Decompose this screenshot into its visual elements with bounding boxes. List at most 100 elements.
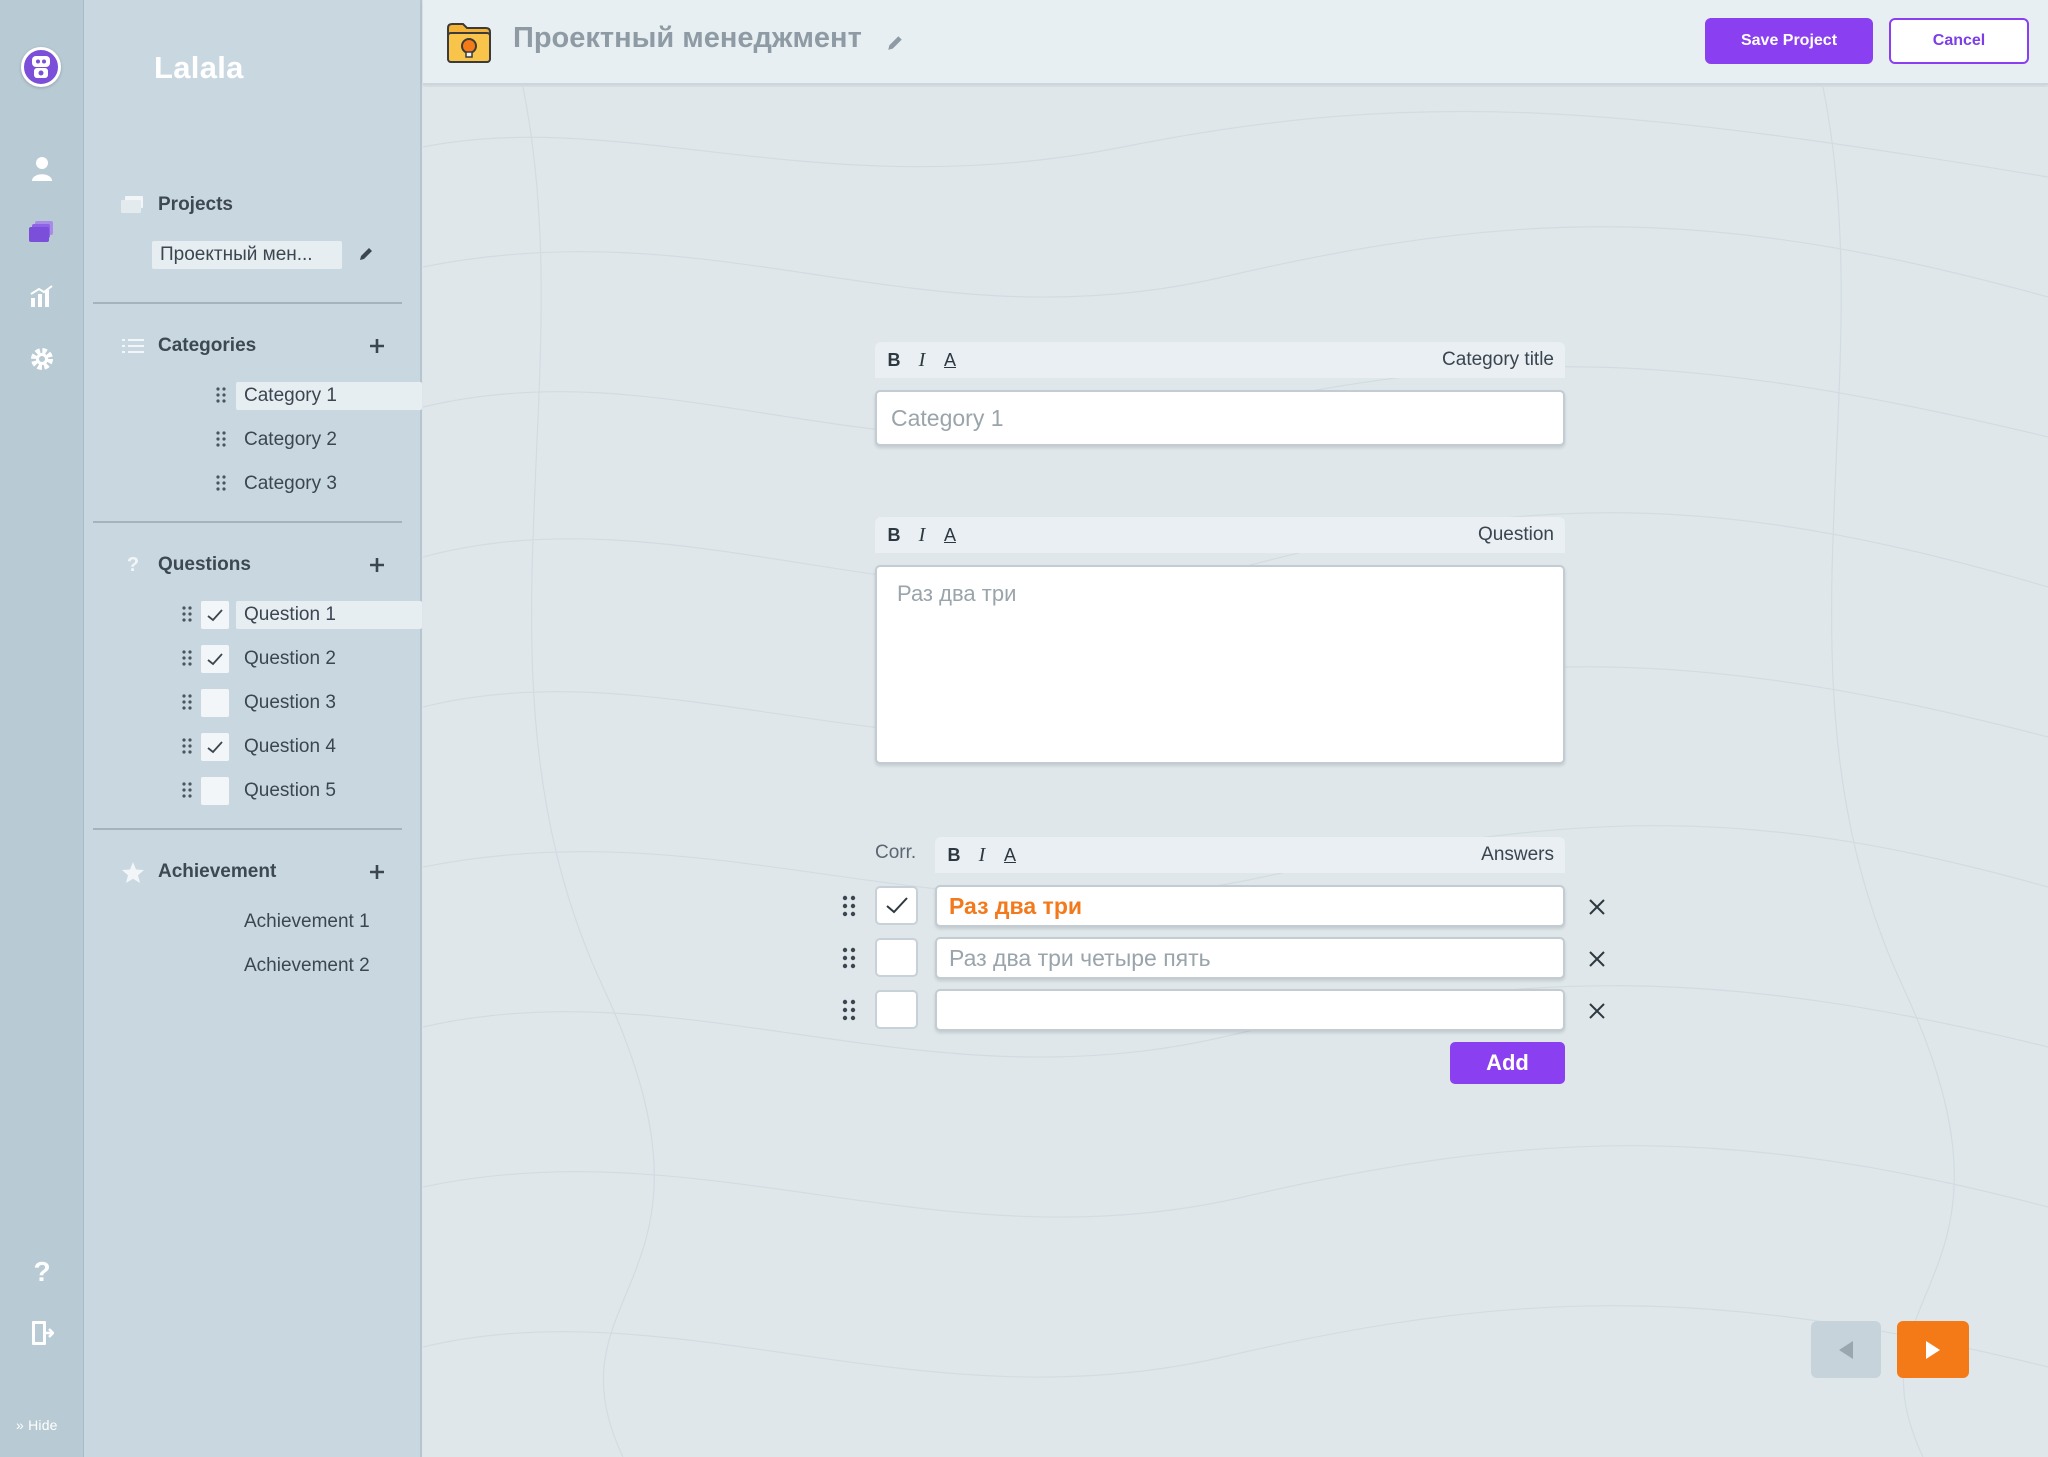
bold-button[interactable]: B bbox=[947, 845, 961, 866]
arrow-left-icon bbox=[1839, 1340, 1853, 1359]
text-color-button[interactable]: A bbox=[1003, 845, 1017, 866]
italic-button[interactable]: I bbox=[975, 844, 989, 867]
bold-button[interactable]: B bbox=[887, 525, 901, 546]
drag-handle-icon[interactable] bbox=[182, 606, 192, 622]
sidebar-item-question-2[interactable]: Question 2 bbox=[182, 642, 451, 676]
drag-handle-icon[interactable] bbox=[182, 650, 192, 666]
question-label[interactable]: Question 5 bbox=[236, 777, 336, 805]
drag-handle-icon[interactable] bbox=[182, 782, 192, 798]
italic-button[interactable]: I bbox=[915, 349, 929, 372]
stats-icon[interactable] bbox=[26, 280, 58, 312]
correct-answer-checkbox[interactable] bbox=[875, 886, 918, 925]
sidebar-item-question-1[interactable]: Question 1 bbox=[182, 598, 456, 632]
correct-column-label: Corr. bbox=[875, 842, 917, 863]
category-label[interactable]: Category 2 bbox=[236, 426, 337, 454]
add-category-icon[interactable] bbox=[364, 333, 390, 359]
remove-answer-icon[interactable] bbox=[1585, 895, 1609, 919]
add-achievement-icon[interactable] bbox=[364, 859, 390, 885]
question-checkbox[interactable] bbox=[201, 645, 229, 673]
checkmark-icon bbox=[885, 897, 908, 914]
question-checkbox[interactable] bbox=[201, 601, 229, 629]
star-icon bbox=[120, 859, 146, 885]
gear-icon[interactable] bbox=[26, 343, 58, 375]
save-project-button[interactable]: Save Project bbox=[1705, 18, 1873, 64]
cancel-button[interactable]: Cancel bbox=[1889, 18, 2029, 64]
icon-rail: ? » Hide bbox=[0, 0, 84, 1457]
sidebar-item-question-5[interactable]: Question 5 bbox=[182, 774, 451, 808]
achievement-label[interactable]: Achievement 1 bbox=[236, 908, 370, 936]
top-bar: Проектный менеджмент Save Project Cancel bbox=[423, 0, 2048, 85]
projects-section-header: Projects bbox=[120, 189, 390, 221]
answer-input[interactable]: Раз два три четыре пять bbox=[935, 937, 1565, 979]
question-icon: ? bbox=[126, 553, 140, 576]
project-label[interactable]: Проектный мен... bbox=[152, 241, 342, 269]
category-format-toolbar: B I A Category title bbox=[875, 342, 1565, 378]
project-folder-icon bbox=[446, 20, 492, 69]
project-title: Проектный менеджмент bbox=[513, 22, 862, 54]
sidebar-item-question-3[interactable]: Question 3 bbox=[182, 686, 451, 720]
logout-icon[interactable] bbox=[26, 1317, 58, 1349]
help-icon[interactable]: ? bbox=[26, 1256, 58, 1288]
correct-answer-checkbox[interactable] bbox=[875, 938, 918, 977]
text-color-button[interactable]: A bbox=[943, 525, 957, 546]
question-format-toolbar: B I A Question bbox=[875, 517, 1565, 553]
question-checkbox[interactable] bbox=[201, 689, 229, 717]
hide-sidebar-button[interactable]: » Hide bbox=[16, 1417, 58, 1433]
drag-handle-icon[interactable] bbox=[216, 431, 226, 447]
avatar-icon[interactable] bbox=[21, 47, 61, 87]
question-label[interactable]: Question 2 bbox=[236, 645, 336, 673]
question-checkbox[interactable] bbox=[201, 733, 229, 761]
projects-title: Projects bbox=[158, 194, 233, 215]
answers-label: Answers bbox=[1481, 844, 1554, 865]
edit-pencil-icon[interactable] bbox=[358, 246, 374, 262]
user-icon[interactable] bbox=[26, 153, 58, 185]
checkmark-icon bbox=[207, 608, 223, 621]
previous-button[interactable] bbox=[1811, 1321, 1881, 1378]
bold-button[interactable]: B bbox=[887, 350, 901, 371]
folder-stack-icon bbox=[120, 192, 146, 218]
answers-format-toolbar: B I A Answers bbox=[935, 837, 1565, 873]
achievement-label[interactable]: Achievement 2 bbox=[236, 952, 370, 980]
italic-button[interactable]: I bbox=[915, 524, 929, 547]
add-question-icon[interactable] bbox=[364, 552, 390, 578]
text-color-button[interactable]: A bbox=[943, 350, 957, 371]
add-answer-button[interactable]: Add bbox=[1450, 1042, 1565, 1084]
background-waves bbox=[423, 87, 2048, 1457]
category-label[interactable]: Category 1 bbox=[236, 382, 422, 410]
category-label[interactable]: Category 3 bbox=[236, 470, 337, 498]
editor-area: B I A Category title Category 1 B I A Qu… bbox=[423, 87, 2048, 1457]
drag-handle-icon[interactable] bbox=[842, 947, 856, 969]
next-button[interactable] bbox=[1897, 1321, 1969, 1378]
category-title-input[interactable]: Category 1 bbox=[875, 390, 1565, 446]
remove-answer-icon[interactable] bbox=[1585, 999, 1609, 1023]
question-textarea[interactable]: Раз два три bbox=[875, 565, 1565, 764]
remove-answer-icon[interactable] bbox=[1585, 947, 1609, 971]
list-icon bbox=[120, 333, 146, 359]
answer-input[interactable] bbox=[935, 989, 1565, 1031]
sidebar-project-item[interactable]: Проектный мен... bbox=[152, 238, 402, 272]
question-checkbox[interactable] bbox=[201, 777, 229, 805]
question-label[interactable]: Question 3 bbox=[236, 689, 336, 717]
questions-title: Questions bbox=[158, 554, 251, 575]
brand-logo: Lalala bbox=[154, 50, 244, 85]
category-title-label: Category title bbox=[1442, 349, 1554, 370]
drag-handle-icon[interactable] bbox=[216, 387, 226, 403]
drag-handle-icon[interactable] bbox=[842, 895, 856, 917]
sidebar-item-question-4[interactable]: Question 4 bbox=[182, 730, 451, 764]
drag-handle-icon[interactable] bbox=[182, 738, 192, 754]
drag-handle-icon[interactable] bbox=[182, 694, 192, 710]
edit-title-pencil-icon[interactable] bbox=[886, 34, 904, 52]
answer-input[interactable]: Раз два три bbox=[935, 885, 1565, 927]
correct-answer-checkbox[interactable] bbox=[875, 990, 918, 1029]
questions-section-header: ? Questions bbox=[120, 549, 390, 581]
question-label: Question bbox=[1477, 524, 1554, 545]
projects-icon[interactable] bbox=[26, 216, 58, 248]
question-label[interactable]: Question 1 bbox=[236, 601, 422, 629]
achievement-section-header: Achievement bbox=[120, 856, 390, 888]
question-label[interactable]: Question 4 bbox=[236, 733, 336, 761]
achievement-title: Achievement bbox=[158, 861, 277, 882]
drag-handle-icon[interactable] bbox=[216, 475, 226, 491]
drag-handle-icon[interactable] bbox=[842, 999, 856, 1021]
checkmark-icon bbox=[207, 740, 223, 753]
categories-section-header: Categories bbox=[120, 330, 390, 362]
